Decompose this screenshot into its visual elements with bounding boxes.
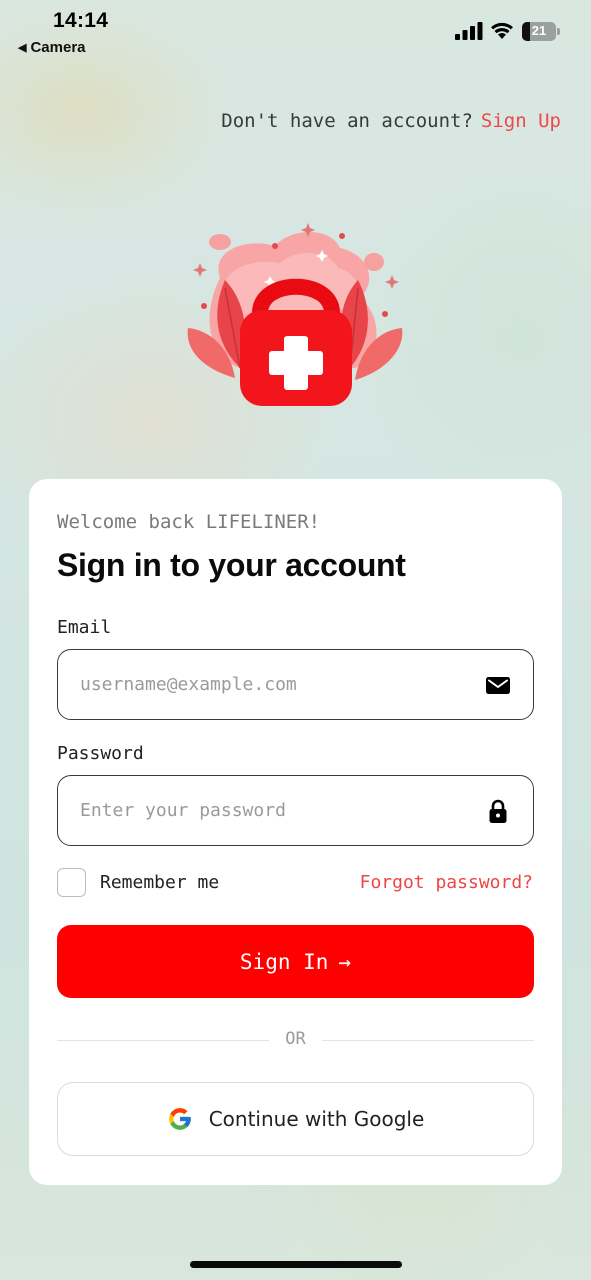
email-field[interactable] — [80, 650, 460, 718]
signup-prompt: Don't have an account? Sign Up — [221, 110, 561, 132]
remember-me-label: Remember me — [100, 872, 220, 893]
sign-in-label: Sign In — [239, 949, 329, 974]
or-divider: OR — [57, 1029, 534, 1053]
back-link-label: Camera — [30, 39, 86, 56]
back-arrow-icon: ◀ — [18, 42, 27, 54]
wifi-icon — [491, 22, 513, 39]
mail-icon — [486, 677, 510, 694]
medical-kit-icon — [187, 223, 403, 406]
remember-me-checkbox[interactable] — [57, 868, 86, 897]
arrow-right-icon: → — [338, 949, 352, 974]
signup-prompt-text: Don't have an account? — [221, 110, 473, 132]
remember-me-option[interactable]: Remember me — [57, 868, 219, 897]
status-time: 14:14 — [53, 9, 109, 32]
google-icon — [168, 1108, 191, 1130]
email-field-container — [57, 649, 534, 720]
divider-text: OR — [285, 1029, 306, 1049]
password-field[interactable] — [80, 776, 460, 844]
password-field-container — [57, 775, 534, 846]
forgot-password-link[interactable]: Forgot password? — [360, 872, 533, 893]
signup-link[interactable]: Sign Up — [481, 110, 561, 132]
battery-level-text: 21 — [531, 23, 547, 38]
login-card: Welcome back LIFELINER! Sign in to your … — [29, 479, 562, 1185]
signal-icon — [455, 22, 483, 40]
page-title: Sign in to your account — [57, 547, 406, 583]
status-bar: 14:14 ◀ Camera 21 — [0, 0, 591, 64]
lock-icon — [489, 799, 507, 823]
back-to-camera-link[interactable]: ◀ Camera — [18, 39, 86, 56]
password-label: Password — [57, 743, 144, 764]
welcome-text: Welcome back LIFELINER! — [57, 511, 321, 533]
sign-in-button[interactable]: Sign In → — [57, 925, 534, 998]
battery-icon: 21 — [522, 22, 560, 41]
home-indicator[interactable] — [190, 1261, 402, 1268]
google-sign-in-button[interactable]: Continue with Google — [57, 1082, 534, 1156]
google-button-label: Continue with Google — [208, 1107, 425, 1131]
email-label: Email — [57, 617, 112, 638]
